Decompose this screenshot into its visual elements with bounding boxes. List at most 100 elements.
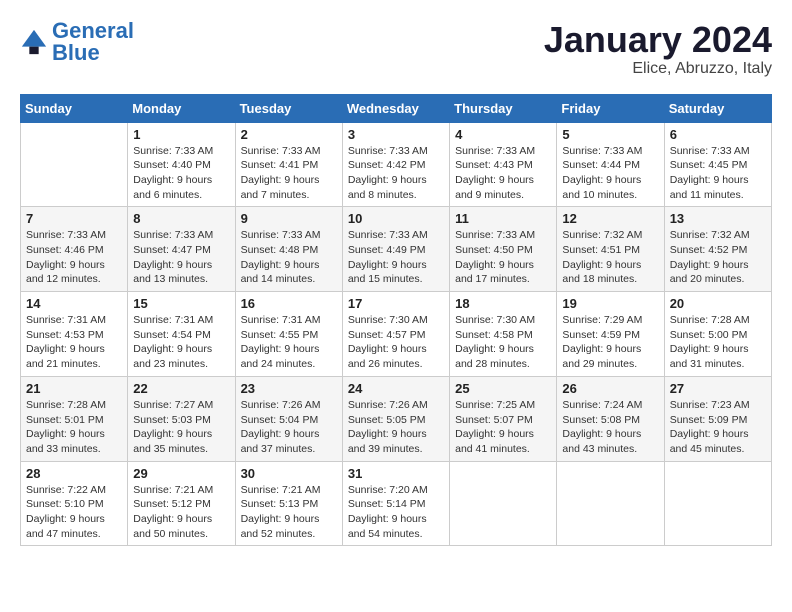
day-info: Sunrise: 7:30 AMSunset: 4:57 PMDaylight:… [348, 313, 444, 372]
day-info: Sunrise: 7:26 AMSunset: 5:05 PMDaylight:… [348, 398, 444, 457]
day-info: Sunrise: 7:33 AMSunset: 4:43 PMDaylight:… [455, 144, 551, 203]
day-number: 19 [562, 296, 658, 311]
day-number: 13 [670, 211, 766, 226]
day-number: 28 [26, 466, 122, 481]
calendar-cell: 7 Sunrise: 7:33 AMSunset: 4:46 PMDaylight… [21, 207, 128, 292]
calendar-cell: 10 Sunrise: 7:33 AMSunset: 4:49 PMDayligh… [342, 207, 449, 292]
calendar-cell [450, 461, 557, 546]
calendar-cell: 30Sunrise: 7:21 AMSunset: 5:13 PMDayligh… [235, 461, 342, 546]
day-number: 12 [562, 211, 658, 226]
day-number: 10 [348, 211, 444, 226]
day-number: 2 [241, 127, 337, 142]
day-number: 25 [455, 381, 551, 396]
calendar-cell: 14 Sunrise: 7:31 AMSunset: 4:53 PMDayligh… [21, 292, 128, 377]
day-info: Sunrise: 7:31 AMSunset: 4:55 PMDaylight:… [241, 313, 337, 372]
calendar-cell: 13 Sunrise: 7:32 AMSunset: 4:52 PMDayligh… [664, 207, 771, 292]
day-number: 3 [348, 127, 444, 142]
day-info: Sunrise: 7:25 AMSunset: 5:07 PMDaylight:… [455, 398, 551, 457]
day-number: 31 [348, 466, 444, 481]
day-info: Sunrise: 7:31 AMSunset: 4:54 PMDaylight:… [133, 313, 229, 372]
calendar-cell: 22 Sunrise: 7:27 AMSunset: 5:03 PMDayligh… [128, 376, 235, 461]
day-number: 16 [241, 296, 337, 311]
calendar-week-row: 14 Sunrise: 7:31 AMSunset: 4:53 PMDayligh… [21, 292, 772, 377]
calendar-cell: 15 Sunrise: 7:31 AMSunset: 4:54 PMDayligh… [128, 292, 235, 377]
location-title: Elice, Abruzzo, Italy [544, 60, 772, 78]
calendar-cell: 6Sunrise: 7:33 AMSunset: 4:45 PMDaylight… [664, 122, 771, 207]
day-info: Sunrise: 7:20 AMSunset: 5:14 PMDaylight:… [348, 483, 444, 542]
weekday-header: Tuesday [235, 94, 342, 122]
day-info: Sunrise: 7:33 AMSunset: 4:50 PMDaylight:… [455, 228, 551, 287]
calendar-cell: 8Sunrise: 7:33 AMSunset: 4:47 PMDaylight… [128, 207, 235, 292]
day-number: 4 [455, 127, 551, 142]
day-number: 22 [133, 381, 229, 396]
day-info: Sunrise: 7:33 AMSunset: 4:42 PMDaylight:… [348, 144, 444, 203]
calendar-cell: 11 Sunrise: 7:33 AMSunset: 4:50 PMDayligh… [450, 207, 557, 292]
calendar-cell: 26Sunrise: 7:24 AMSunset: 5:08 PMDayligh… [557, 376, 664, 461]
calendar-cell: 5 Sunrise: 7:33 AMSunset: 4:44 PMDaylight… [557, 122, 664, 207]
calendar-week-row: 21Sunrise: 7:28 AMSunset: 5:01 PMDayligh… [21, 376, 772, 461]
day-number: 30 [241, 466, 337, 481]
day-number: 9 [241, 211, 337, 226]
calendar-week-row: 1Sunrise: 7:33 AMSunset: 4:40 PMDaylight… [21, 122, 772, 207]
calendar-cell: 3 Sunrise: 7:33 AMSunset: 4:42 PMDaylight… [342, 122, 449, 207]
weekday-header: Monday [128, 94, 235, 122]
day-number: 17 [348, 296, 444, 311]
calendar-cell: 2 Sunrise: 7:33 AMSunset: 4:41 PMDaylight… [235, 122, 342, 207]
day-number: 23 [241, 381, 337, 396]
logo: GeneralBlue [20, 20, 134, 64]
day-info: Sunrise: 7:33 AMSunset: 4:45 PMDaylight:… [670, 144, 766, 203]
day-number: 18 [455, 296, 551, 311]
day-number: 14 [26, 296, 122, 311]
logo-text: GeneralBlue [52, 20, 134, 64]
day-number: 5 [562, 127, 658, 142]
title-block: January 2024 Elice, Abruzzo, Italy [544, 20, 772, 78]
calendar-cell: 24Sunrise: 7:26 AMSunset: 5:05 PMDayligh… [342, 376, 449, 461]
day-number: 27 [670, 381, 766, 396]
day-info: Sunrise: 7:29 AMSunset: 4:59 PMDaylight:… [562, 313, 658, 372]
calendar-cell: 29 Sunrise: 7:21 AMSunset: 5:12 PMDayligh… [128, 461, 235, 546]
day-info: Sunrise: 7:33 AMSunset: 4:48 PMDaylight:… [241, 228, 337, 287]
calendar-cell: 25 Sunrise: 7:25 AMSunset: 5:07 PMDayligh… [450, 376, 557, 461]
calendar-cell: 23Sunrise: 7:26 AMSunset: 5:04 PMDayligh… [235, 376, 342, 461]
day-info: Sunrise: 7:33 AMSunset: 4:49 PMDaylight:… [348, 228, 444, 287]
day-number: 7 [26, 211, 122, 226]
day-info: Sunrise: 7:32 AMSunset: 4:52 PMDaylight:… [670, 228, 766, 287]
day-info: Sunrise: 7:28 AMSunset: 5:01 PMDaylight:… [26, 398, 122, 457]
weekday-header: Wednesday [342, 94, 449, 122]
day-info: Sunrise: 7:23 AMSunset: 5:09 PMDaylight:… [670, 398, 766, 457]
calendar-cell: 4 Sunrise: 7:33 AMSunset: 4:43 PMDaylight… [450, 122, 557, 207]
day-info: Sunrise: 7:32 AMSunset: 4:51 PMDaylight:… [562, 228, 658, 287]
day-info: Sunrise: 7:31 AMSunset: 4:53 PMDaylight:… [26, 313, 122, 372]
calendar-cell [557, 461, 664, 546]
day-number: 29 [133, 466, 229, 481]
calendar-week-row: 28Sunrise: 7:22 AMSunset: 5:10 PMDayligh… [21, 461, 772, 546]
day-info: Sunrise: 7:24 AMSunset: 5:08 PMDaylight:… [562, 398, 658, 457]
weekday-header-row: SundayMondayTuesdayWednesdayThursdayFrid… [21, 94, 772, 122]
weekday-header: Thursday [450, 94, 557, 122]
calendar-cell: 16 Sunrise: 7:31 AMSunset: 4:55 PMDayligh… [235, 292, 342, 377]
calendar-cell: 17 Sunrise: 7:30 AMSunset: 4:57 PMDayligh… [342, 292, 449, 377]
day-number: 15 [133, 296, 229, 311]
calendar-cell: 9 Sunrise: 7:33 AMSunset: 4:48 PMDaylight… [235, 207, 342, 292]
month-title: January 2024 [544, 20, 772, 60]
calendar-cell [21, 122, 128, 207]
calendar-cell: 1Sunrise: 7:33 AMSunset: 4:40 PMDaylight… [128, 122, 235, 207]
day-info: Sunrise: 7:33 AMSunset: 4:44 PMDaylight:… [562, 144, 658, 203]
calendar-cell: 20Sunrise: 7:28 AMSunset: 5:00 PMDayligh… [664, 292, 771, 377]
calendar-week-row: 7 Sunrise: 7:33 AMSunset: 4:46 PMDaylight… [21, 207, 772, 292]
day-info: Sunrise: 7:21 AMSunset: 5:12 PMDaylight:… [133, 483, 229, 542]
weekday-header: Friday [557, 94, 664, 122]
calendar-cell: 27 Sunrise: 7:23 AMSunset: 5:09 PMDayligh… [664, 376, 771, 461]
day-info: Sunrise: 7:33 AMSunset: 4:40 PMDaylight:… [133, 144, 229, 203]
day-info: Sunrise: 7:33 AMSunset: 4:41 PMDaylight:… [241, 144, 337, 203]
day-info: Sunrise: 7:33 AMSunset: 4:47 PMDaylight:… [133, 228, 229, 287]
page-header: GeneralBlue January 2024 Elice, Abruzzo,… [20, 20, 772, 78]
calendar-cell: 28Sunrise: 7:22 AMSunset: 5:10 PMDayligh… [21, 461, 128, 546]
day-info: Sunrise: 7:28 AMSunset: 5:00 PMDaylight:… [670, 313, 766, 372]
weekday-header: Sunday [21, 94, 128, 122]
calendar-cell: 19 Sunrise: 7:29 AMSunset: 4:59 PMDayligh… [557, 292, 664, 377]
day-info: Sunrise: 7:27 AMSunset: 5:03 PMDaylight:… [133, 398, 229, 457]
day-info: Sunrise: 7:30 AMSunset: 4:58 PMDaylight:… [455, 313, 551, 372]
day-number: 11 [455, 211, 551, 226]
day-info: Sunrise: 7:33 AMSunset: 4:46 PMDaylight:… [26, 228, 122, 287]
